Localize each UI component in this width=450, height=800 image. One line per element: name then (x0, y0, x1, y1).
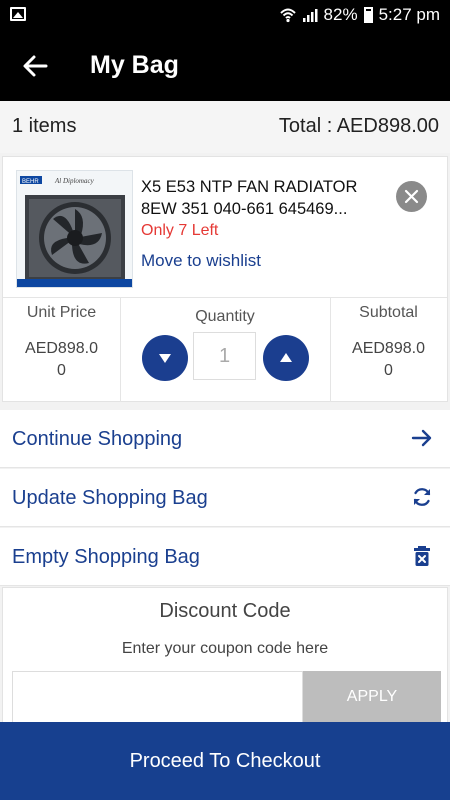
subtotal-value: AED898.0 0 (330, 338, 447, 382)
unit-price-value: AED898.0 0 (3, 338, 120, 382)
bag-summary: 1 items Total : AED898.00 (0, 101, 450, 153)
item-count: 1 items (12, 115, 77, 137)
fan-radiator-image: BEHR Al Diplomacy (17, 171, 132, 287)
stock-status: Only 7 Left (141, 222, 219, 239)
triangle-up-icon (280, 353, 292, 362)
refresh-icon (413, 488, 431, 506)
page-title: My Bag (90, 51, 179, 79)
close-icon (404, 189, 419, 204)
continue-shopping-label: Continue Shopping (12, 428, 183, 450)
unit-price-line1: AED898.0 (25, 340, 98, 357)
battery-icon (363, 7, 373, 23)
quantity-decrease-button[interactable] (142, 335, 188, 381)
clock: 5:27 pm (378, 5, 440, 24)
triangle-down-icon (159, 354, 171, 363)
discount-hint: Enter your coupon code here (121, 640, 329, 657)
product-name[interactable]: X5 E53 NTP FAN RADIATOR 8EW 351 040-661 … (141, 176, 376, 220)
trash-icon (414, 546, 430, 566)
wifi-icon (279, 8, 296, 23)
remove-item-button[interactable] (396, 181, 427, 212)
bag-total: Total : AED898.00 (278, 115, 439, 137)
update-shopping-bag-button[interactable]: Update Shopping Bag (0, 469, 450, 527)
cart-item: BEHR Al Diplomacy X5 E53 NTP FAN RADIATO… (2, 156, 448, 402)
empty-shopping-bag-button[interactable]: Empty Shopping Bag (0, 528, 450, 586)
quantity-label: Quantity (195, 308, 255, 325)
price-quantity-row: Unit Price AED898.0 0 Quantity 1 Subtota… (3, 297, 447, 402)
status-bar: 82% 5:27 pm (0, 0, 450, 30)
quantity-increase-button[interactable] (263, 335, 309, 381)
move-to-wishlist-link[interactable]: Move to wishlist (141, 251, 261, 271)
status-right: 82% 5:27 pm (279, 5, 440, 25)
subtotal-line2: 0 (384, 362, 393, 379)
battery-percent: 82% (323, 5, 358, 24)
subtotal-label: Subtotal (359, 304, 418, 321)
continue-shopping-button[interactable]: Continue Shopping (0, 410, 450, 468)
thumb-caption: Al Diplomacy (54, 177, 95, 185)
discount-title: Discount Code (159, 600, 291, 622)
unit-price-label: Unit Price (26, 304, 97, 321)
arrow-right-icon (411, 429, 432, 447)
discount-section: Discount Code Enter your coupon code her… (2, 587, 448, 727)
image-notification-icon (10, 7, 26, 21)
proceed-to-checkout-button[interactable]: Proceed To Checkout (0, 722, 450, 800)
quantity-input[interactable]: 1 (193, 332, 256, 380)
product-thumbnail[interactable]: BEHR Al Diplomacy (16, 170, 133, 288)
apply-coupon-button[interactable]: APPLY (303, 671, 441, 723)
thumb-brand: BEHR (22, 179, 39, 185)
update-shopping-bag-label: Update Shopping Bag (12, 487, 208, 509)
app-bar: My Bag (0, 30, 450, 101)
back-arrow-icon[interactable] (20, 52, 50, 80)
coupon-code-input[interactable] (12, 671, 303, 723)
signal-icon (302, 9, 318, 22)
subtotal-line1: AED898.0 (352, 340, 425, 357)
unit-price-line2: 0 (57, 362, 66, 379)
empty-shopping-bag-label: Empty Shopping Bag (12, 546, 200, 568)
